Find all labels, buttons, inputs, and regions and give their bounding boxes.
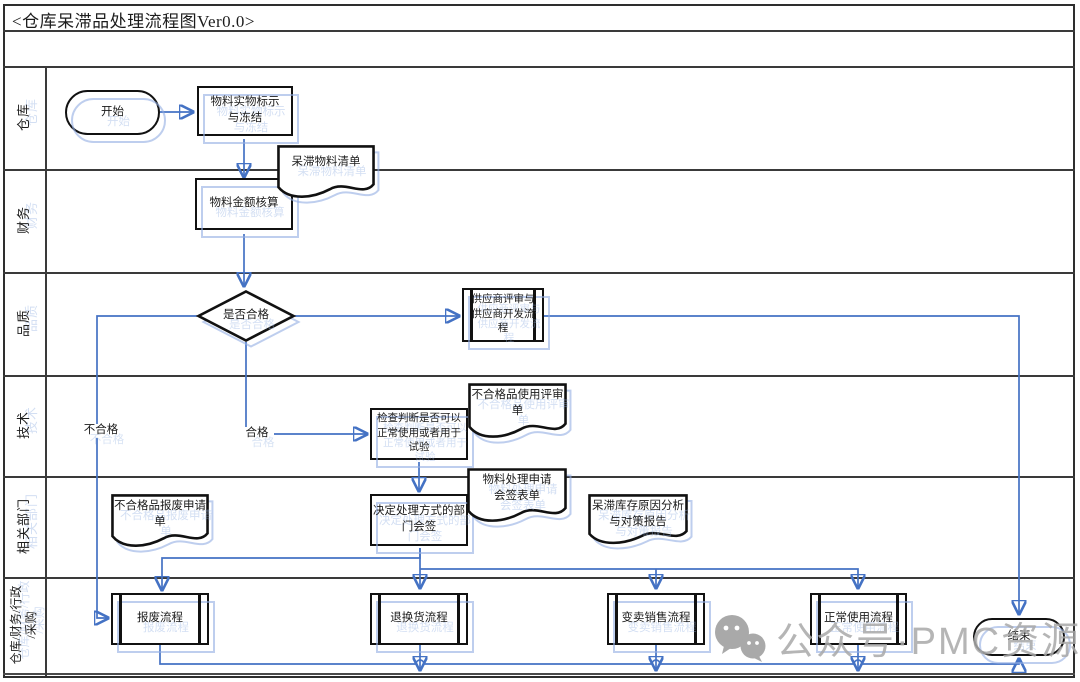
edge-decide-to-normal-flow [420,569,858,587]
edge-qualified-to-check [246,342,366,434]
document-handling-countersign-form-label: 物料处理申请 会签表单 [467,473,567,504]
edge-label-unqualified: 不合格 [78,424,124,438]
lane-label-warehouse: 仓库 [16,103,32,131]
document-stagnant-cause-analysis: 呆滞库存原因分析 与对策报告 [588,494,688,546]
process-department-countersign-label: 决定处理方式的部 门会签 [373,504,465,535]
process-amount-accounting-label: 物料金额核算 [210,196,279,212]
document-nonconforming-use-review-label: 不合格品使用评审 单 [468,388,567,419]
predefined-left-bar [378,594,381,644]
predefined-right-bar [457,594,460,644]
start-terminator: 开始 [65,90,160,135]
document-stagnant-material-list: 呆滞物料清单 [277,145,375,200]
document-scrap-application: 不合格品报废申请 单 [111,494,209,549]
flowchart-canvas: <仓库呆滞品处理流程图Ver0.0> 仓库 财务 品质 技术 相关部门 仓库/财… [0,0,1080,682]
edge-decide-to-scrap-flow [162,548,420,589]
edge-label-qualified: 合格 [240,427,274,441]
predefined-right-bar [694,594,697,644]
predefined-left-bar [615,594,618,644]
lane-label-warehouse-finance-admin-purchasing: 仓库/财务/行政 /采购 [9,586,39,665]
watermark-text: 公众号·PMC资源网 [776,610,1080,665]
document-shape [277,145,375,200]
start-label: 开始 [101,105,124,121]
document-handling-countersign-form: 物料处理申请 会签表单 [467,468,567,524]
document-stagnant-cause-analysis-label: 呆滞库存原因分析 与对策报告 [588,499,688,530]
predefined-supplier-review-development: 供应商评审与 供应商开发流 程 [462,288,544,342]
predefined-supplier-review-development-label: 供应商评审与 供应商开发流 程 [472,293,535,337]
decision-is-qualified: 是否合格 [197,290,295,342]
wechat-icon [710,613,768,663]
predefined-scrap-flow-label: 报废流程 [137,611,183,627]
document-stagnant-material-list-label: 呆滞物料清单 [277,155,375,171]
process-material-marking-label: 物料实物标示 与冻结 [211,95,280,126]
lane-label-quality: 品质 [16,309,32,337]
process-department-countersign: 决定处理方式的部 门会签 [370,494,468,546]
document-scrap-application-label: 不合格品报废申请 单 [111,499,209,530]
process-material-marking: 物料实物标示 与冻结 [197,86,293,136]
process-check-usability-label: 检查判断是否可以 正常使用或者用于 试验 [377,412,461,456]
lane-label-related-departments: 相关部门 [16,498,32,554]
diagram-title: <仓库呆滞品处理流程图Ver0.0> [12,7,255,32]
predefined-resale-flow: 变卖销售流程 [607,593,705,645]
watermark: 公众号·PMC资源网 [710,610,1080,665]
predefined-return-exchange-flow: 退换货流程 [370,593,468,645]
predefined-scrap-flow: 报废流程 [111,593,209,645]
predefined-right-bar [198,594,201,644]
edge-unqualified-to-scrap-flow [97,316,197,618]
decision-is-qualified-label: 是否合格 [223,308,269,324]
lane-label-finance: 财务 [16,206,32,234]
process-check-usability: 检查判断是否可以 正常使用或者用于 试验 [370,408,468,460]
predefined-left-bar [119,594,122,644]
predefined-return-exchange-flow-label: 退换货流程 [390,611,448,627]
document-nonconforming-use-review: 不合格品使用评审 单 [468,383,567,440]
lane-label-technology: 技术 [16,411,32,439]
predefined-resale-flow-label: 变卖销售流程 [622,611,691,627]
